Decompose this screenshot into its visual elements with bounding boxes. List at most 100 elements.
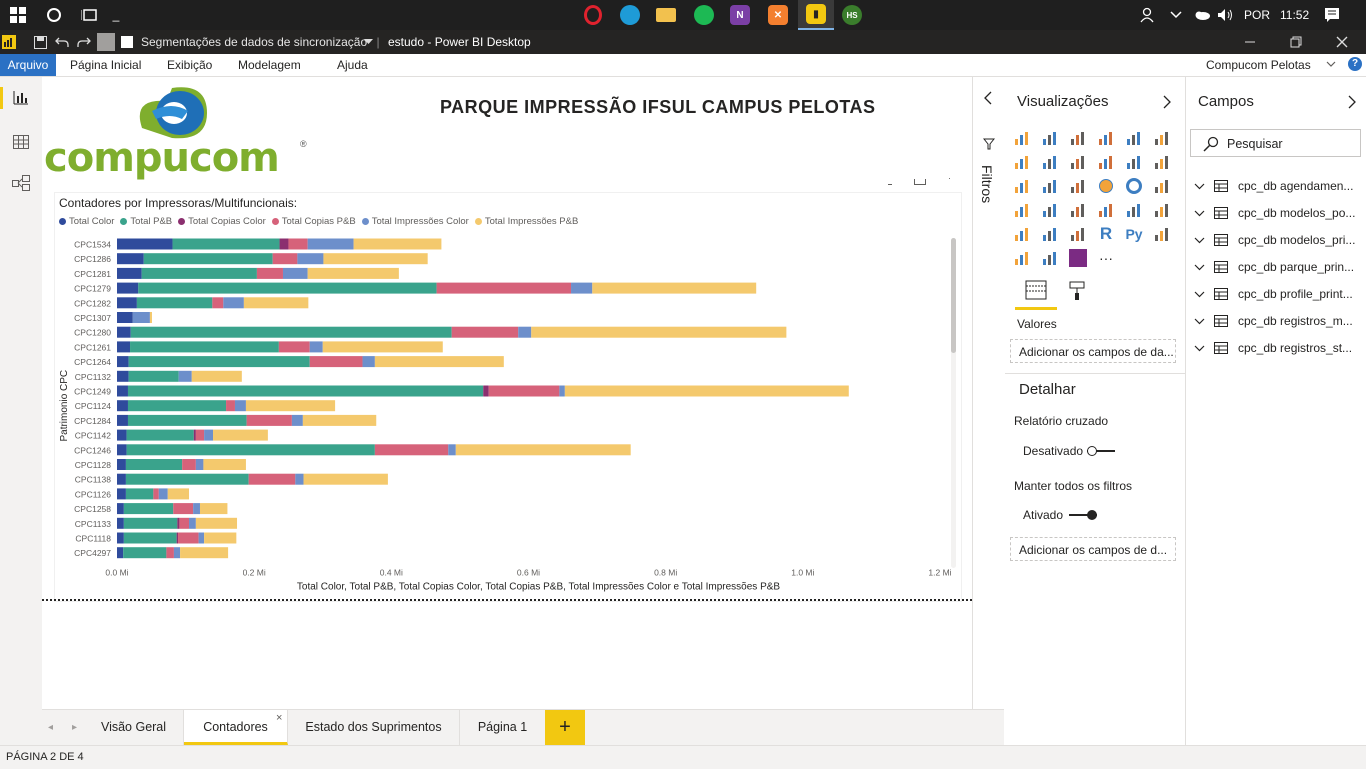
tabs-prev-icon[interactable]: ◂ (48, 722, 53, 733)
bar-segment[interactable] (564, 385, 849, 397)
bar-segment[interactable] (180, 547, 229, 559)
bar-segment[interactable] (245, 400, 336, 412)
100pct-column-icon[interactable] (1153, 129, 1171, 147)
xampp-icon[interactable]: ✕ (768, 5, 788, 25)
bar-segment[interactable] (571, 282, 593, 294)
donut-chart-icon[interactable] (1125, 177, 1143, 195)
bar-segment[interactable] (126, 444, 375, 456)
account-name[interactable]: Compucom Pelotas (1206, 54, 1311, 76)
bar-segment[interactable] (125, 488, 154, 500)
bar-segment[interactable] (178, 532, 199, 544)
bar-segment[interactable] (123, 517, 178, 529)
redo-icon[interactable] (74, 33, 94, 51)
waterfall-icon[interactable] (1013, 177, 1031, 195)
qat-dropdown-icon[interactable] (362, 33, 374, 51)
bar-segment[interactable] (204, 429, 214, 441)
minimize-icon[interactable] (1240, 33, 1260, 51)
chart-scrollbar-thumb[interactable] (951, 238, 956, 353)
collapse-viz-chevron-icon[interactable] (1163, 95, 1171, 112)
chevron-left-icon[interactable] (984, 91, 992, 108)
field-table-item[interactable]: cpc_db registros_st... (1194, 338, 1352, 358)
tab-contadores[interactable]: Contadores (184, 710, 288, 745)
bar-segment[interactable] (117, 370, 129, 382)
stacked-bar-visual[interactable]: Contadores por Impressoras/Multifunciona… (54, 192, 962, 602)
bar-segment[interactable] (125, 459, 183, 470)
bar-segment[interactable] (166, 547, 174, 559)
bar-segment[interactable] (223, 297, 244, 309)
file-explorer-icon[interactable] (656, 5, 676, 25)
table-icon[interactable] (1041, 225, 1059, 243)
bar-segment[interactable] (182, 459, 196, 470)
line-clustered-column-icon[interactable] (1125, 153, 1143, 171)
chevron-down-icon[interactable] (1194, 210, 1210, 217)
bar-segment[interactable] (488, 385, 560, 397)
field-table-item[interactable]: cpc_db modelos_po... (1194, 203, 1355, 223)
map-icon[interactable] (1013, 201, 1031, 219)
chevron-down-icon[interactable] (1194, 291, 1210, 298)
tab-pagina-1[interactable]: Página 1 (460, 710, 546, 745)
scatter-icon[interactable] (1069, 177, 1087, 195)
bar-segment[interactable] (117, 429, 127, 441)
bar-segment[interactable] (173, 547, 181, 559)
bar-segment[interactable] (117, 414, 128, 426)
bar-segment[interactable] (172, 238, 280, 250)
bar-segment[interactable] (167, 488, 190, 500)
search-circle-icon[interactable] (44, 5, 64, 25)
slicer-icon[interactable] (1013, 225, 1031, 243)
tab-visao-geral[interactable]: Visão Geral (84, 710, 184, 745)
bar-segment[interactable] (213, 429, 268, 441)
tab-estado-suprimentos[interactable]: Estado dos Suprimentos (288, 710, 460, 745)
maximize-icon[interactable] (1286, 33, 1306, 51)
edge-icon[interactable] (620, 5, 640, 25)
custom-visual-icon[interactable] (1069, 249, 1087, 267)
bar-segment[interactable] (158, 488, 168, 500)
filters-pane-collapsed[interactable]: Filtros (972, 77, 1006, 745)
bar-segment[interactable] (117, 297, 137, 309)
tab-modelagem[interactable]: Modelagem (238, 54, 301, 76)
undo-icon[interactable] (52, 33, 72, 51)
bar-segment[interactable] (451, 326, 519, 338)
opera-icon[interactable] (584, 5, 602, 25)
bar-segment[interactable] (291, 414, 303, 426)
onedrive-cloud-icon[interactable] (1192, 5, 1212, 25)
gauge-icon[interactable] (1069, 201, 1087, 219)
bar-segment[interactable] (117, 253, 144, 265)
bar-segment[interactable] (143, 253, 273, 265)
bar-segment[interactable] (130, 341, 279, 353)
sync-slicers-checkbox[interactable] (120, 33, 134, 51)
bar-segment[interactable] (127, 414, 247, 426)
bar-segment[interactable] (123, 547, 167, 559)
spotify-icon[interactable] (694, 5, 714, 25)
area-chart-icon[interactable] (1041, 153, 1059, 171)
data-view-icon[interactable] (13, 135, 29, 152)
visual-filter-icon[interactable] (888, 180, 892, 185)
bar-segment[interactable] (278, 341, 310, 353)
bar-segment[interactable] (193, 503, 200, 515)
tab-pagina-inicial[interactable]: Página Inicial (70, 54, 141, 76)
bar-segment[interactable] (179, 517, 190, 529)
bar-segment[interactable] (303, 473, 388, 485)
bar-segment[interactable] (195, 517, 238, 529)
100pct-bar-icon[interactable] (1125, 129, 1143, 147)
clustered-column-icon[interactable] (1097, 129, 1115, 147)
bar-segment[interactable] (455, 444, 631, 456)
bar-segment[interactable] (123, 532, 177, 544)
bar-segment[interactable] (128, 370, 179, 382)
bar-segment[interactable] (483, 385, 489, 397)
bar-segment[interactable] (117, 459, 126, 470)
bar-segment[interactable] (117, 238, 173, 250)
bar-segment[interactable] (195, 459, 204, 470)
keep-filters-toggle[interactable] (1087, 510, 1097, 520)
bar-segment[interactable] (127, 385, 484, 397)
bar-segment[interactable] (531, 326, 787, 338)
bar-segment[interactable] (448, 444, 456, 456)
chart-scrollbar[interactable] (951, 238, 956, 568)
bar-segment[interactable] (117, 312, 133, 323)
bar-segment[interactable] (353, 238, 442, 250)
bar-segment[interactable] (256, 267, 283, 279)
bar-segment[interactable] (226, 400, 235, 412)
bar-segment[interactable] (117, 400, 128, 412)
people-icon[interactable] (1138, 5, 1158, 25)
bar-segment[interactable] (288, 238, 308, 250)
bar-segment[interactable] (518, 326, 532, 338)
